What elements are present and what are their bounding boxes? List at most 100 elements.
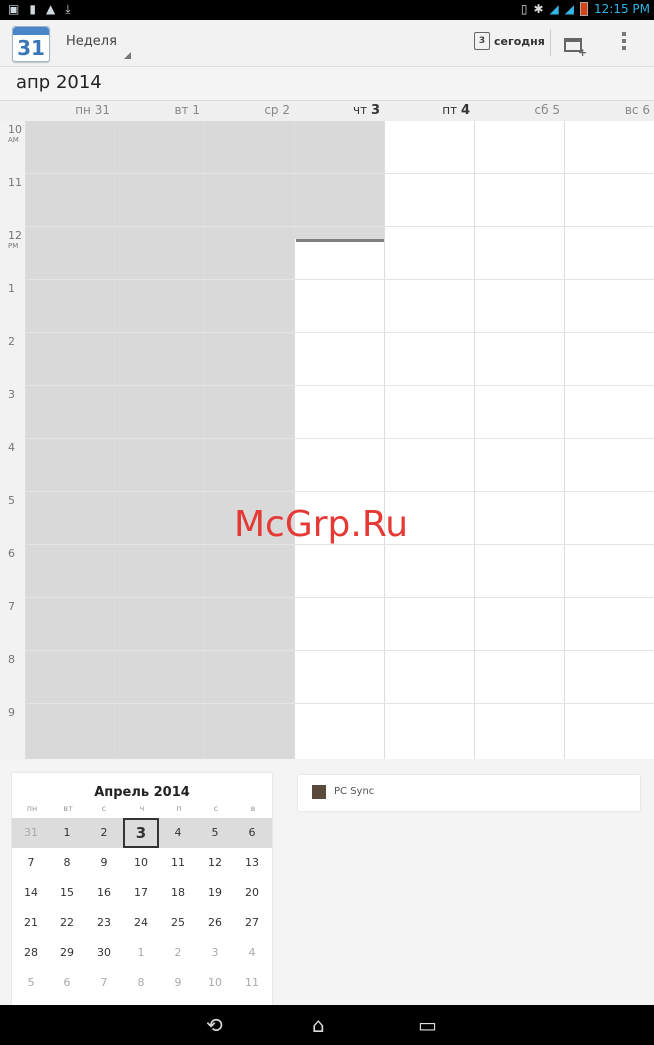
weekday-label: ч [139,804,145,813]
mini-calendar-day[interactable]: 4 [234,938,270,968]
day-column-sun[interactable] [565,121,654,759]
day-column-wed[interactable] [205,121,295,759]
mini-calendar-day[interactable]: 23 [86,908,122,938]
mini-calendar-day[interactable]: 21 [13,908,49,938]
today-button[interactable]: 3 сегодня [474,32,545,50]
warning-icon: ▲ [45,2,56,16]
mini-calendar-day[interactable]: 18 [160,878,196,908]
mini-calendar-day[interactable]: 9 [160,968,196,998]
download-icon: ⤓ [65,2,71,16]
day-header-mon[interactable]: пн 31 [25,103,110,117]
divider [550,30,551,56]
signal2-icon: ◢ [564,2,574,16]
mini-calendar-week[interactable]: 5 6 7 8 9 10 11 [12,968,272,998]
week-day-header: пн 31 вт 1 ср 2 чт 3 пт 4 сб 5 вс 6 [0,100,654,122]
weekday-label: п [176,804,182,813]
overflow-menu-icon[interactable] [622,32,626,50]
day-header-thu[interactable]: чт 3 [295,103,380,118]
day-column-thu[interactable] [295,121,385,759]
hour-label: 11 [8,176,22,189]
day-column-sat[interactable] [475,121,565,759]
calendar-name: PC Sync [334,786,375,797]
mini-calendar-day[interactable]: 31 [13,818,49,848]
day-column-fri[interactable] [385,121,475,759]
vibrate-icon: ▯ [520,2,528,16]
bluetooth-icon: ✱ [533,2,544,16]
mini-calendar-day[interactable]: 5 [13,968,49,998]
watermark: McGrp.Ru [234,504,409,545]
signal-icon: ◢ [549,2,559,16]
mini-calendar-day[interactable]: 2 [86,818,122,848]
mini-calendar-day[interactable]: 5 [197,818,233,848]
mini-calendar-day[interactable]: 8 [49,848,85,878]
mini-calendar-day[interactable]: 3 [197,938,233,968]
mini-calendar-day[interactable]: 10 [123,848,159,878]
hour-label: 8 [8,653,15,666]
mini-calendar-day[interactable]: 8 [123,968,159,998]
mini-calendar-day[interactable]: 24 [123,908,159,938]
day-header-tue[interactable]: вт 1 [115,103,200,117]
view-mode-dropdown[interactable]: Неделя [66,34,117,49]
calendar-app-icon[interactable]: 31 [12,26,50,62]
mini-calendar-day[interactable]: 6 [49,968,85,998]
calendar-list-item[interactable]: PC Sync [298,775,640,811]
mini-calendar-day[interactable]: 11 [160,848,196,878]
day-header-sat[interactable]: сб 5 [475,103,560,117]
status-system: ▯ ✱ ◢ ◢ 12:15 PM [521,2,650,16]
mini-calendar-day[interactable]: 9 [86,848,122,878]
status-bar: ▣ ▮ ▲ ⤓ ▯ ✱ ◢ ◢ 12:15 PM [0,0,654,20]
mini-calendar-day[interactable]: 1 [49,818,85,848]
mini-calendar-day[interactable]: 12 [197,848,233,878]
mini-calendar-title: Апрель 2014 [94,785,190,800]
day-column-mon[interactable] [25,121,115,759]
new-event-button[interactable]: + [564,34,587,59]
mini-calendar-day[interactable]: 14 [13,878,49,908]
mini-calendar-day[interactable]: 27 [234,908,270,938]
day-header-sun[interactable]: вс 6 [565,103,650,117]
mini-month-calendar: Апрель 2014 пн вт с ч п с в 31 1 2 3 4 5… [12,773,272,1005]
mini-calendar-day[interactable]: 28 [13,938,49,968]
back-icon[interactable]: ⟲ [206,1015,223,1035]
mini-calendar-day[interactable]: 30 [86,938,122,968]
image-icon: ▣ [8,2,20,16]
mini-calendar-day[interactable]: 7 [13,848,49,878]
mini-calendar-day[interactable]: 20 [234,878,270,908]
recent-apps-icon[interactable]: ▭ [418,1015,437,1035]
mini-calendar-day[interactable]: 6 [234,818,270,848]
mini-calendar-week[interactable]: 21 22 23 24 25 26 27 [12,908,272,938]
mini-calendar-day[interactable]: 11 [234,968,270,998]
day-column-tue[interactable] [115,121,205,759]
mini-calendar-day[interactable]: 26 [197,908,233,938]
mini-calendar-week[interactable]: 28 29 30 1 2 3 4 [12,938,272,968]
mini-calendar-today[interactable]: 3 [123,818,159,848]
day-header-fri[interactable]: пт 4 [385,103,470,118]
mini-calendar-day[interactable]: 29 [49,938,85,968]
mini-calendar-day[interactable]: 19 [197,878,233,908]
sd-icon: ▮ [29,2,36,16]
dropdown-arrow-icon [124,52,131,59]
day-header-wed[interactable]: ср 2 [205,103,290,117]
mini-calendar-day[interactable]: 16 [86,878,122,908]
mini-calendar-day[interactable]: 17 [123,878,159,908]
mini-calendar-day[interactable]: 10 [197,968,233,998]
mini-calendar-day[interactable]: 1 [123,938,159,968]
week-grid[interactable]: 10 AM 11 12 PM 1 2 3 4 5 6 7 8 9 [0,121,654,759]
mini-calendar-day[interactable]: 25 [160,908,196,938]
mini-calendar-week[interactable]: 14 15 16 17 18 19 20 [12,878,272,908]
today-label: сегодня [494,34,545,48]
hour-label: 9 [8,706,15,719]
mini-calendar-day[interactable]: 22 [49,908,85,938]
mini-calendar-day[interactable]: 15 [49,878,85,908]
mini-calendar-day[interactable]: 13 [234,848,270,878]
hour-label: 3 [8,388,15,401]
mini-calendar-week[interactable]: 7 8 9 10 11 12 13 [12,848,272,878]
hour-label: 10 AM [8,123,22,144]
mini-calendar-day[interactable]: 2 [160,938,196,968]
hour-label: 2 [8,335,15,348]
home-icon[interactable]: ⌂ [312,1015,325,1035]
calendar-color-swatch [312,785,326,799]
mini-calendar-day[interactable]: 4 [160,818,196,848]
mini-calendar-day[interactable]: 7 [86,968,122,998]
mini-calendar-week-current[interactable]: 31 1 2 3 4 5 6 [12,818,272,848]
weekday-label: пн [26,804,38,813]
